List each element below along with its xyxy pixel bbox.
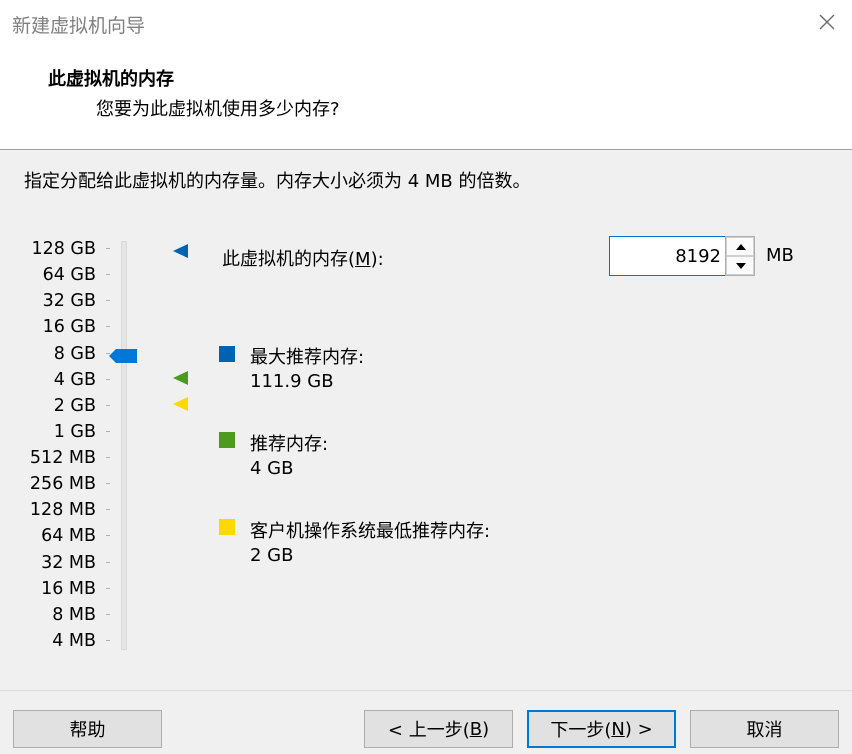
title-bar: 新建虚拟机向导 [0,0,852,48]
scale-label-4gb: 4 GB [53,370,96,390]
recommended-value: 4 GB [250,458,294,479]
next-label-suffix: ) > [624,718,653,740]
scale-label-1gb: 1 GB [53,422,96,442]
back-label-suffix: ) [482,718,490,740]
recommended-marker-icon [172,370,190,386]
recommended-label: 推荐内存: [250,434,329,455]
minimum-value: 2 GB [250,545,294,566]
memory-unit: MB [766,245,794,266]
page-subtitle: 您要为此虚拟机使用多少内存? [96,99,340,120]
scale-tick [106,588,110,589]
scale-label-128gb: 128 GB [31,239,96,259]
scale-label-8mb: 8 MB [52,605,96,625]
scale-tick [106,535,110,536]
next-label-accesskey: N [611,718,625,740]
scale-label-32gb: 32 GB [42,291,96,311]
scale-tick [106,326,110,327]
scale-label-128mb: 128 MB [29,500,96,520]
scale-label-256mb: 256 MB [29,474,96,494]
minimum-swatch [219,519,235,535]
scale-tick [106,300,110,301]
scale-label-16gb: 16 GB [42,317,96,337]
memory-field-label: 此虚拟机的内存(M): [222,245,384,271]
memory-label-prefix: 此虚拟机的内存( [222,249,356,270]
scale-tick [106,248,110,249]
close-icon[interactable] [816,10,838,34]
next-label-prefix: 下一步( [550,720,612,741]
back-label-accesskey: B [469,718,483,740]
memory-spinner[interactable] [725,236,755,276]
scale-label-64mb: 64 MB [41,526,96,546]
spin-up-button[interactable] [726,237,754,256]
scale-tick [106,614,110,615]
scale-label-2gb: 2 GB [53,396,96,416]
scale-tick [106,379,110,380]
scale-tick [106,640,110,641]
minimum-label: 客户机操作系统最低推荐内存: [250,521,491,542]
next-button[interactable]: 下一步(N) > [527,710,676,748]
back-button[interactable]: < 上一步(B) [364,710,513,748]
minimum-marker-icon [172,396,190,412]
page-title: 此虚拟机的内存 [48,69,174,90]
max-recommended-value: 111.9 GB [250,371,334,392]
scale-label-4mb: 4 MB [52,631,96,651]
memory-label-accesskey: M [355,249,371,270]
max-recommended-label: 最大推荐内存: [250,347,365,368]
recommended-swatch [219,432,235,448]
memory-label-suffix: ): [370,249,384,270]
scale-tick [106,457,110,458]
scale-label-16mb: 16 MB [41,579,96,599]
wizard-header: 此虚拟机的内存 您要为此虚拟机使用多少内存? [0,48,852,150]
scale-label-32mb: 32 MB [41,553,96,573]
window-title: 新建虚拟机向导 [12,15,146,37]
memory-input[interactable] [609,236,726,276]
spin-down-button[interactable] [726,256,754,275]
scale-tick [106,562,110,563]
triangle-down-icon [736,263,746,269]
footer-divider [0,690,852,691]
cancel-button-label: 取消 [746,720,783,741]
scale-label-64gb: 64 GB [42,265,96,285]
triangle-up-icon [736,244,746,250]
scale-tick [106,509,110,510]
scale-label-512mb: 512 MB [29,448,96,468]
scale-tick [106,483,110,484]
scale-tick [106,274,110,275]
cancel-button[interactable]: 取消 [690,710,839,748]
instruction-text: 指定分配给此虚拟机的内存量。内存大小必须为 4 MB 的倍数。 [24,171,531,192]
memory-slider-thumb[interactable] [109,347,137,363]
help-button[interactable]: 帮助 [13,710,162,748]
scale-tick [106,405,110,406]
memory-slider-track[interactable] [121,241,127,650]
max-recommended-swatch [219,346,235,362]
max-recommended-marker-icon [172,243,190,259]
back-label-prefix: < 上一步( [387,720,470,741]
help-button-label: 帮助 [69,720,106,741]
scale-tick [106,431,110,432]
scale-label-8gb: 8 GB [53,344,96,364]
